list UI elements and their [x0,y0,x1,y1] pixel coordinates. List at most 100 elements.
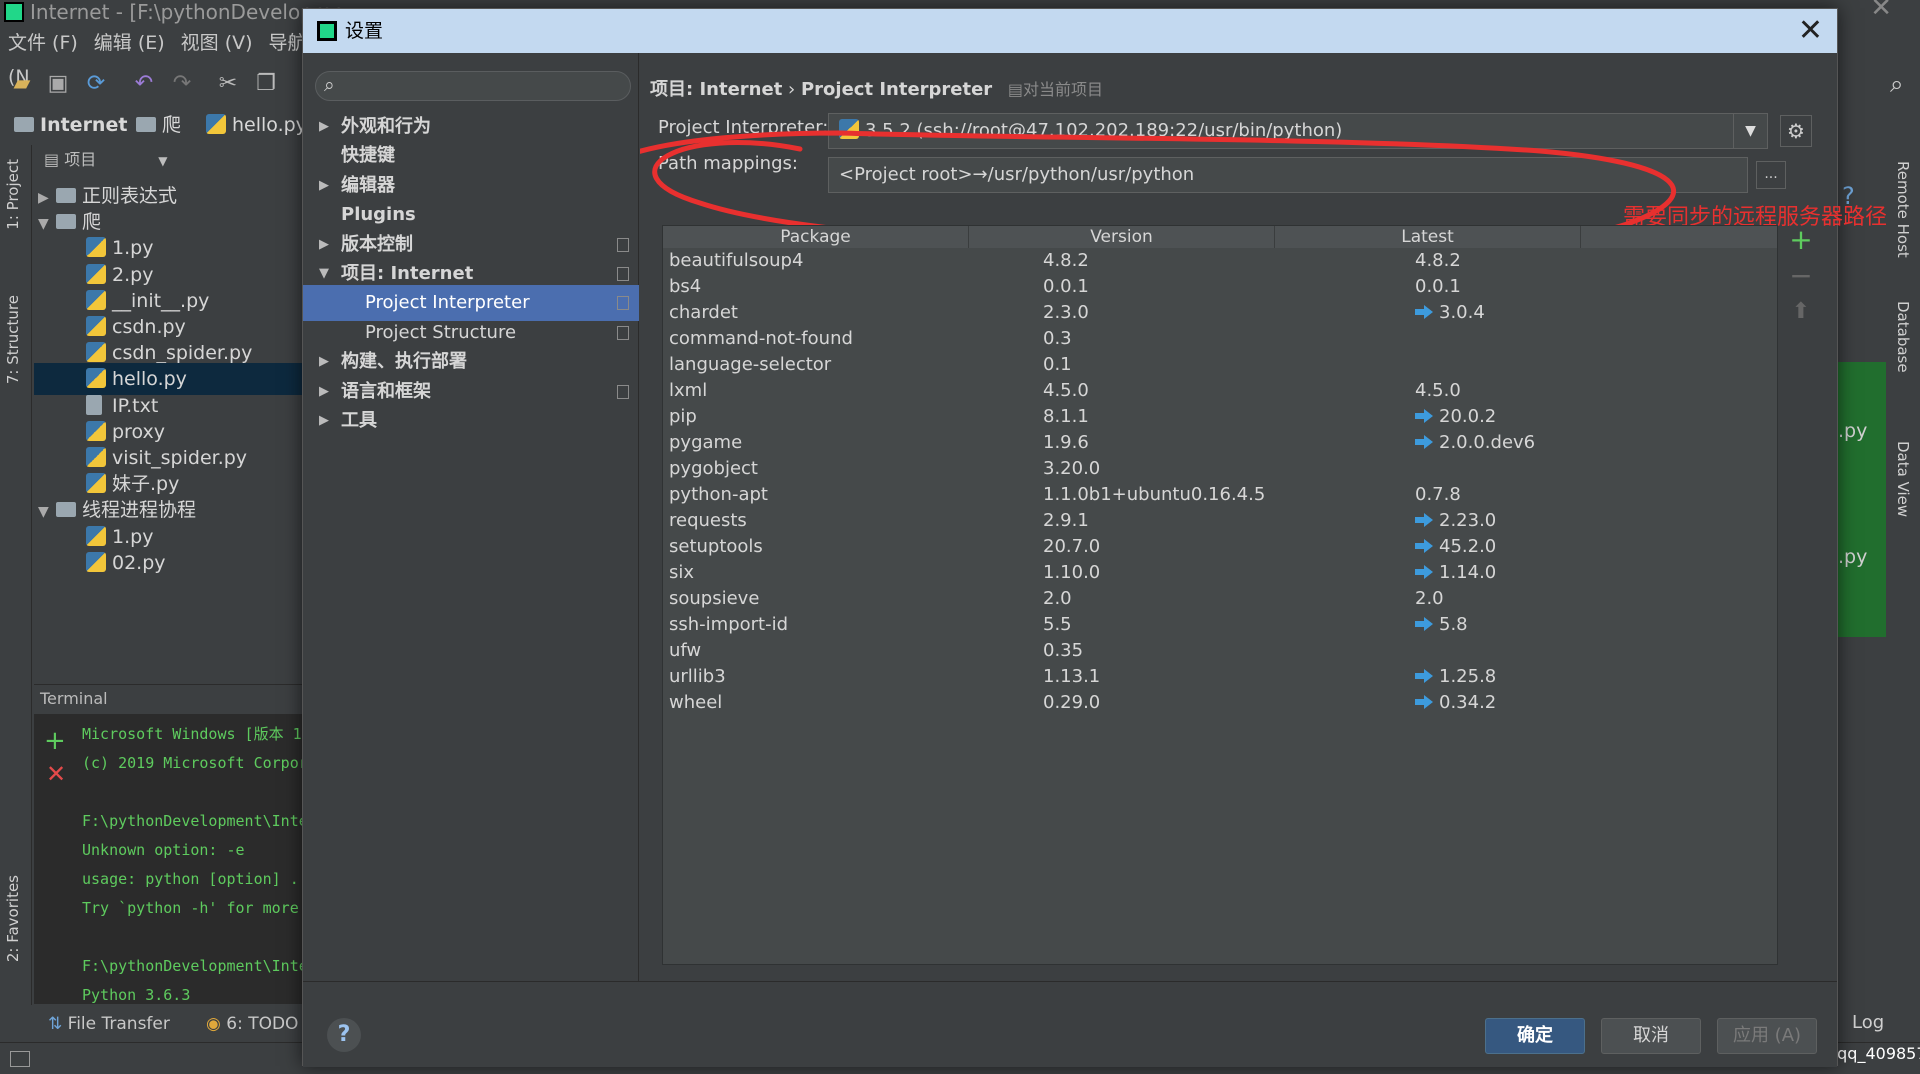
menu-item[interactable]: 文件 (F) [8,32,78,54]
column-package[interactable]: Package [663,226,969,248]
search-icon: ⌕ [324,74,335,96]
chevron-down-icon[interactable]: ▼ [158,154,167,168]
package-latest-value: 2.23.0 [1439,510,1497,531]
tab-project[interactable]: 1: Project [4,159,22,230]
breadcrumb-project[interactable]: Internet [14,108,127,142]
package-name: pip [669,406,697,427]
table-row[interactable]: six 1.10.0 1.14.0 [663,560,1777,586]
apply-button[interactable]: 应用 (A) [1717,1018,1817,1054]
ok-button[interactable]: 确定 [1485,1018,1585,1054]
nav-item[interactable]: ▶ 工具 [303,403,639,439]
package-latest-value: 0.34.2 [1439,692,1497,713]
table-row[interactable]: bs4 0.0.1 0.0.1 [663,274,1777,300]
package-latest: 3.0.4 [1415,300,1485,326]
tree-item-label: 线程进程协程 [82,499,197,522]
tab-database[interactable]: Database [1894,301,1912,373]
table-row[interactable]: beautifulsoup4 4.8.2 4.8.2 [663,248,1777,274]
gear-icon[interactable]: ⚙ [1780,115,1812,147]
cancel-button[interactable]: 取消 [1601,1018,1701,1054]
tree-item-label: 2.py [112,263,154,286]
tree-item[interactable]: 02.py [34,547,310,579]
project-panel-header[interactable]: ▤ 项目 ▼ [34,145,310,175]
package-latest: 1.25.8 [1415,664,1496,690]
upgrade-package-icon[interactable]: ⬆ [1786,297,1816,327]
settings-search-input[interactable]: ⌕ [315,71,631,101]
terminal-panel[interactable]: + ✕ Microsoft Windows [版本 1 (c) 2019 Micr… [34,714,310,1004]
package-table[interactable]: Package Version Latest beautifulsoup4 4.8… [662,225,1778,965]
ide-menubar: 文件 (F) 编辑 (E) 视图 (V) 导航 (N [0,26,310,88]
open-folder-icon[interactable]: ▰ [10,72,34,96]
copy-icon[interactable]: ❐ [254,72,278,96]
menu-item[interactable]: 编辑 (E) [94,32,165,54]
table-row[interactable]: language-selector 0.1 [663,352,1777,378]
layout-toggle-icon[interactable] [10,1051,30,1067]
table-row[interactable]: pygame 1.9.6 2.0.0.dev6 [663,430,1777,456]
project-scope-icon [617,237,629,252]
tab-file-transfer[interactable]: ⇅ File Transfer [48,1006,170,1042]
column-latest[interactable]: Latest [1275,226,1581,248]
sync-icon[interactable]: ⟳ [84,72,108,96]
package-latest: 0.0.1 [1415,274,1461,300]
table-row[interactable]: pip 8.1.1 20.0.2 [663,404,1777,430]
cut-icon[interactable]: ✂ [216,72,240,96]
package-version: 20.7.0 [1043,536,1101,557]
upgrade-available-icon [1415,669,1433,683]
tab-favorites[interactable]: 2: Favorites [4,875,22,962]
table-row[interactable]: urllib3 1.13.1 1.25.8 [663,664,1777,690]
table-row[interactable]: python-apt 1.1.0b1+ubuntu0.16.4.5 0.7.8 [663,482,1777,508]
package-latest: 1.14.0 [1415,560,1496,586]
tab-remote-host[interactable]: Remote Host [1894,161,1912,258]
package-table-header: Package Version Latest [663,226,1777,248]
dialog-close-button[interactable]: ✕ [1798,9,1823,53]
python-file-icon [86,263,106,284]
add-package-icon[interactable]: + [1786,225,1816,255]
undo-icon[interactable]: ↶ [132,72,156,96]
package-name: soupsieve [669,588,760,609]
table-row[interactable]: ufw 0.35 [663,638,1777,664]
tree-item-label: 爬 [82,211,102,234]
table-row[interactable]: chardet 2.3.0 3.0.4 [663,300,1777,326]
ide-close-icon[interactable]: ✕ [1870,0,1892,21]
menu-item[interactable]: 视图 (V) [181,32,253,54]
package-version: 2.0 [1043,588,1072,609]
table-row[interactable]: wheel 0.29.0 0.34.2 [663,690,1777,716]
settings-main: 项目: Internet › Project Interpreter ▤对当前项… [640,53,1887,981]
table-row[interactable]: soupsieve 2.0 2.0 [663,586,1777,612]
python-file-icon [86,420,106,441]
tab-structure[interactable]: 7: Structure [4,295,22,384]
remove-package-icon[interactable]: − [1786,261,1816,291]
table-row[interactable]: lxml 4.5.0 4.5.0 [663,378,1777,404]
save-icon[interactable]: ▣ [46,72,70,96]
text-file-icon [86,394,102,415]
column-version[interactable]: Version [969,226,1275,248]
table-row[interactable]: setuptools 20.7.0 45.2.0 [663,534,1777,560]
dialog-footer: ? 确定 取消 应用 (A) [303,981,1837,1067]
package-name: wheel [669,692,723,713]
redo-icon[interactable]: ↷ [170,72,194,96]
event-log-tab[interactable]: Log [1852,1012,1884,1033]
breadcrumb-file[interactable]: hello.py [206,108,307,142]
interpreter-select[interactable]: 3.5.2 (ssh://root@47.102.202.189:22/usr/… [828,113,1768,149]
package-version: 0.29.0 [1043,692,1101,713]
breadcrumb-folder[interactable]: 爬 [136,108,181,142]
search-everywhere-icon[interactable]: ⌕ [1890,70,1903,98]
package-latest-value: 0.7.8 [1415,484,1461,505]
package-latest-value: 3.0.4 [1439,302,1485,323]
add-icon[interactable]: + [44,726,66,756]
table-row[interactable]: pygobject 3.20.0 [663,456,1777,482]
table-row[interactable]: requests 2.9.1 2.23.0 [663,508,1777,534]
table-row[interactable]: command-not-found 0.3 [663,326,1777,352]
expand-right-icon[interactable]: ▶ [319,403,329,439]
tab-data-view[interactable]: Data View [1894,441,1912,517]
package-latest-value: 0.0.1 [1415,276,1461,297]
tab-todo[interactable]: ◉ 6: TODO [206,1006,298,1042]
settings-breadcrumb: 项目: Internet › Project Interpreter ▤对当前项… [650,75,1103,101]
close-icon[interactable]: ✕ [46,760,66,788]
chevron-down-icon[interactable]: ▼ [1733,114,1767,148]
table-row[interactable]: ssh-import-id 5.5 5.8 [663,612,1777,638]
python-file-icon [86,316,106,336]
package-latest-value: 4.8.2 [1415,250,1461,271]
path-browse-button[interactable]: ... [1756,161,1786,189]
help-button[interactable]: ? [327,1018,361,1052]
path-mappings-field[interactable]: <Project root>→/usr/python/usr/python [828,157,1748,193]
